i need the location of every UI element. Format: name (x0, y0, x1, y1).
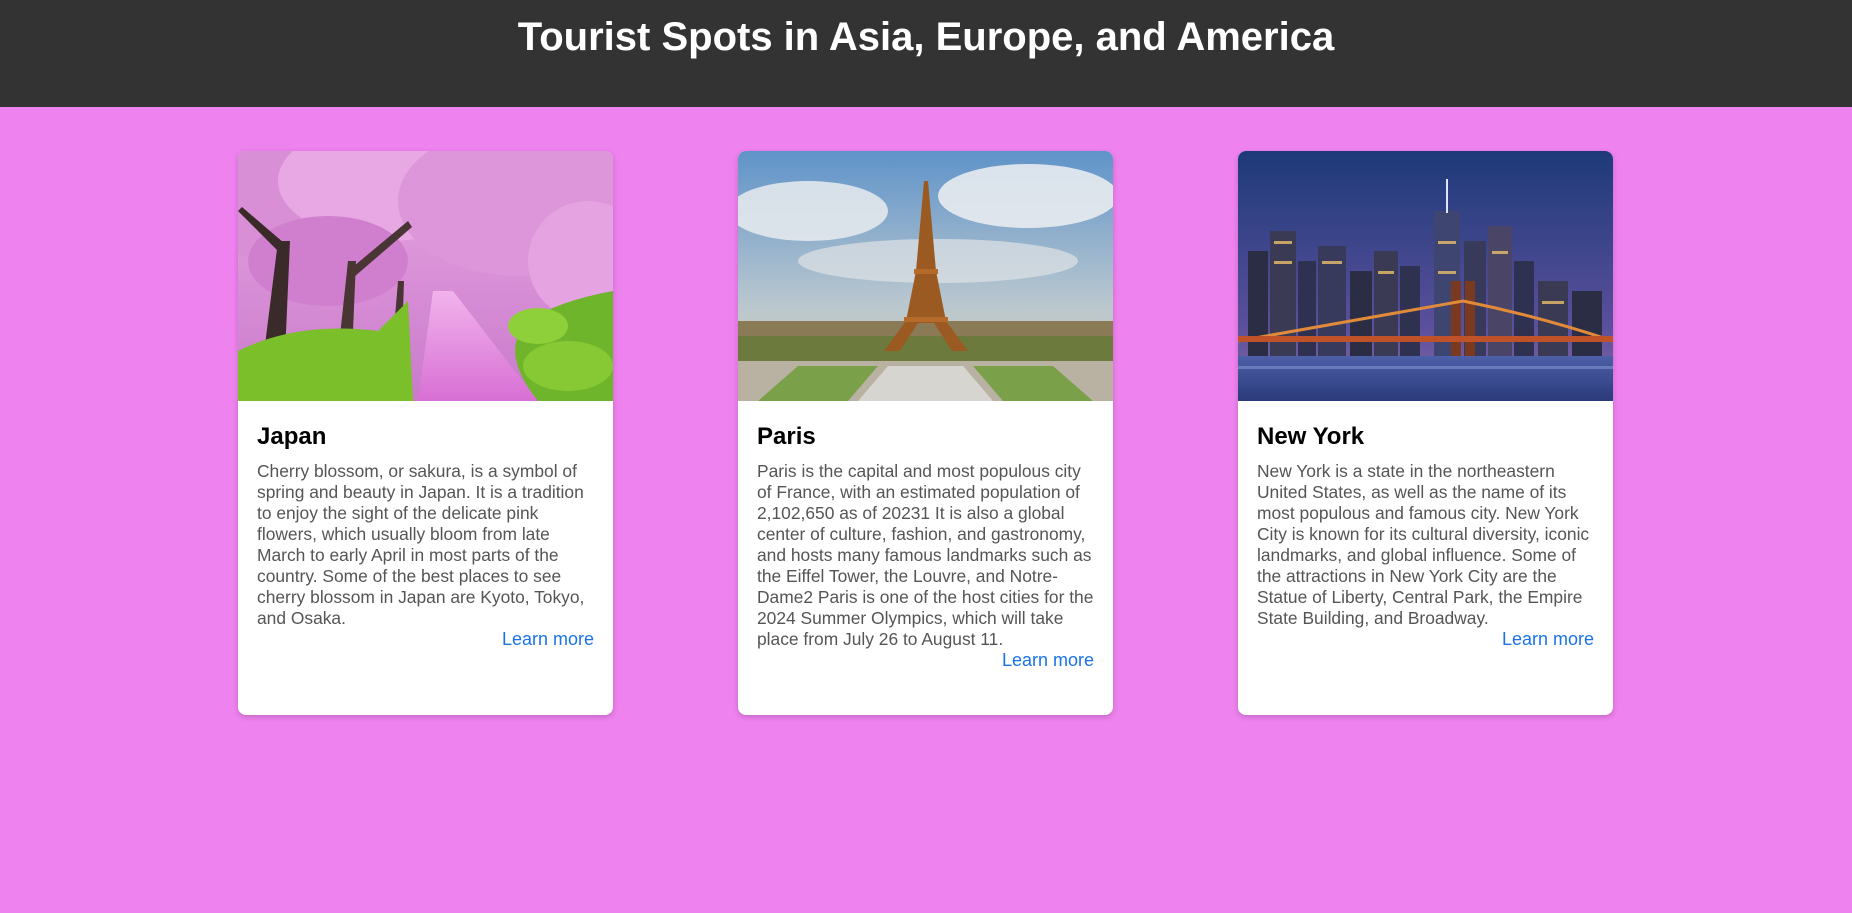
card-title: Japan (257, 423, 327, 450)
cherry-blossom-path-photo (238, 151, 613, 401)
page-header: Tourist Spots in Asia, Europe, and Ameri… (0, 0, 1852, 107)
page-title: Tourist Spots in Asia, Europe, and Ameri… (517, 15, 1335, 59)
card-title: New York (1257, 423, 1365, 450)
card-new-york: New York New York is a state in the nort… (1238, 151, 1613, 715)
learn-more-link[interactable]: Learn more (257, 629, 594, 650)
card-description: Paris is the capital and most populous c… (757, 461, 1094, 649)
card-description: New York is a state in the northeastern … (1257, 461, 1590, 628)
card-title: Paris (757, 423, 816, 450)
eiffel-tower-photo (738, 151, 1113, 401)
card-japan: Japan Cherry blossom, or sakura, is a sy… (238, 151, 613, 715)
learn-more-link[interactable]: Learn more (1257, 629, 1594, 650)
card-paris: Paris Paris is the capital and most popu… (738, 151, 1113, 715)
manhattan-skyline-night-photo (1238, 151, 1613, 401)
learn-more-link[interactable]: Learn more (757, 650, 1094, 671)
card-description: Cherry blossom, or sakura, is a symbol o… (257, 461, 585, 628)
